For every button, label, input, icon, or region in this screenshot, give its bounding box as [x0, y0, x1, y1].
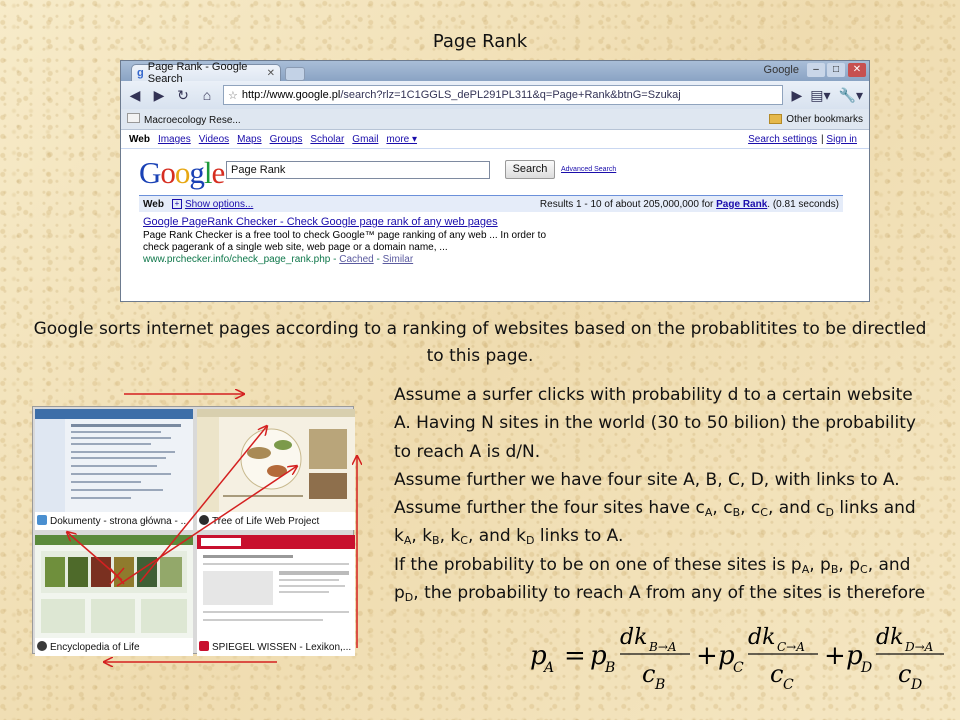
term-d-num-sub: D→A: [904, 640, 934, 654]
arrow-diagonal-1: [116, 466, 297, 587]
term-c-den: c: [770, 660, 783, 688]
term-b-num-sub: B→A: [648, 640, 677, 654]
term-b-den: c: [642, 660, 655, 688]
term-c-num-sub: C→A: [777, 640, 805, 654]
arrow-diagonal-3: [139, 426, 267, 583]
plus-sign-2: +: [824, 641, 846, 671]
term-d-p-sub: D: [860, 660, 872, 676]
term-c-den-sub: C: [783, 677, 794, 693]
arrows-overlay: [0, 0, 960, 720]
term-d-den-sub: D: [910, 677, 922, 693]
term-c-p-sub: C: [733, 660, 744, 676]
term-b-p-sub: B: [604, 660, 615, 676]
term-d-den: c: [898, 660, 911, 688]
term-c-num: dk: [748, 625, 775, 650]
formula-lhs-sub: A: [542, 660, 554, 676]
term-d-num: dk: [876, 625, 903, 650]
plus-sign-1: +: [696, 641, 718, 671]
term-b-num: dk: [620, 625, 647, 650]
term-b-den-sub: B: [654, 677, 665, 693]
pagerank-formula: p A = p B dk B→A c B + p C dk C→A c C + …: [530, 625, 944, 693]
equals-sign: =: [564, 641, 586, 671]
